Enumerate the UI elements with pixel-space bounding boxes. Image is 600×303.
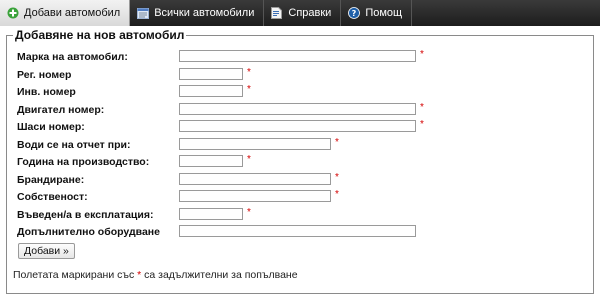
production-year-input[interactable]	[179, 155, 243, 167]
reg-number-input[interactable]	[179, 68, 243, 80]
chassis-number-input[interactable]	[179, 120, 416, 132]
tab-help-label: Помощ	[365, 7, 403, 19]
required-marker: *	[420, 102, 424, 113]
required-marker: *	[247, 84, 251, 95]
required-marker: *	[335, 189, 339, 200]
brand-label: Марка на автомобил:	[17, 51, 128, 63]
branding-input[interactable]	[179, 173, 331, 185]
help-circle-icon: ?	[347, 7, 360, 20]
engine-number-label: Двигател номер:	[17, 104, 105, 116]
extra-equipment-input[interactable]	[179, 225, 416, 237]
add-circle-icon	[6, 7, 19, 20]
tab-reports-label: Справки	[288, 7, 332, 19]
ownership-input[interactable]	[179, 190, 331, 202]
required-marker: *	[335, 137, 339, 148]
reg-number-label: Рег. номер	[17, 69, 72, 81]
svg-text:?: ?	[351, 9, 356, 18]
tab-help[interactable]: ? Помощ	[341, 0, 413, 26]
top-nav: Добави автомобил Всички автомобили Справ…	[0, 0, 600, 26]
form-legend: Добавяне на нов автомобил	[13, 28, 187, 42]
tab-all-cars[interactable]: Всички автомобили	[130, 0, 265, 26]
extra-equipment-label: Допълнително оборудване	[17, 226, 160, 238]
required-marker: *	[420, 119, 424, 130]
tab-add-car[interactable]: Добави автомобил	[0, 0, 131, 26]
add-button[interactable]: Добави »	[18, 243, 75, 259]
footnote-text-before: Полетата маркирани със	[13, 269, 135, 281]
inv-number-input[interactable]	[179, 85, 243, 97]
required-marker: *	[247, 67, 251, 78]
inv-number-label: Инв. номер	[17, 86, 76, 98]
required-footnote: Полетата маркирани със * са задължителни…	[13, 269, 298, 281]
required-marker: *	[420, 49, 424, 60]
engine-number-input[interactable]	[179, 103, 416, 115]
chassis-number-label: Шаси номер:	[17, 121, 85, 133]
brand-input[interactable]	[179, 50, 416, 62]
tab-add-car-label: Добави автомобил	[24, 7, 121, 19]
required-marker: *	[335, 172, 339, 183]
ownership-label: Собственост:	[17, 191, 88, 203]
branding-label: Брандиране:	[17, 174, 85, 186]
required-marker: *	[247, 207, 251, 218]
list-window-icon	[136, 7, 149, 20]
accounted-at-input[interactable]	[179, 138, 331, 150]
accounted-at-label: Води се на отчет при:	[17, 139, 131, 151]
commissioned-input[interactable]	[179, 208, 243, 220]
commissioned-label: Въведен/а в експлатация:	[17, 209, 154, 221]
footnote-text-after: са задължителни за попълване	[144, 269, 298, 281]
add-car-form: Добавяне на нов автомобил Марка на автом…	[6, 28, 594, 294]
production-year-label: Година на производство:	[17, 156, 150, 168]
report-document-icon	[270, 7, 283, 20]
required-marker: *	[137, 269, 142, 281]
tab-reports[interactable]: Справки	[264, 0, 342, 26]
tab-all-cars-label: Всички автомобили	[154, 7, 255, 19]
required-marker: *	[247, 154, 251, 165]
